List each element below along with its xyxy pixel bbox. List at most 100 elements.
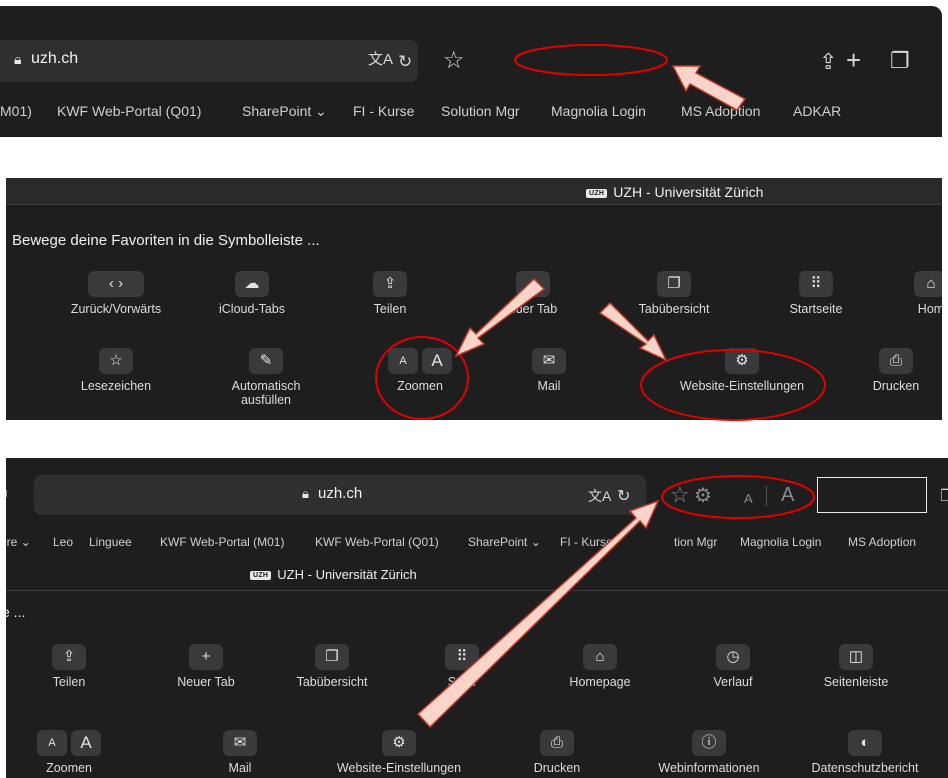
translate-icon[interactable]: 文A — [368, 49, 393, 71]
palette-item-zoom[interactable]: A A Zoomen — [6, 730, 139, 775]
palette-item-new-tab[interactable]: + Neuer Tab — [136, 644, 276, 689]
cloud-icon: ☁ — [235, 271, 269, 297]
gear-icon: ⚙ — [382, 730, 416, 756]
info-icon: ⓘ — [692, 730, 726, 756]
gear-icon: ⚙ — [725, 348, 759, 374]
customize-hint: e ... — [6, 604, 26, 620]
zoom-out-icon: A — [388, 348, 418, 374]
item-label: Webinformationen — [658, 761, 760, 775]
grid-icon: ⠿ — [445, 644, 479, 670]
palette-item-mail[interactable]: ✉ Mail — [170, 730, 310, 775]
zoom-out-icon[interactable]: A — [744, 488, 753, 510]
palette-item-tab-overview[interactable]: ❐ Tabübersicht — [604, 271, 744, 316]
new-tab-plus-icon[interactable]: + — [846, 47, 861, 73]
share-icon: ⇪ — [52, 644, 86, 670]
item-label: Verlauf — [713, 675, 753, 689]
bookmark-item[interactable]: Magnolia Login — [551, 103, 646, 119]
palette-item-history[interactable]: ◷ Verlauf — [663, 644, 803, 689]
grid-icon: ⠿ — [799, 271, 833, 297]
tab-overview-icon[interactable]: ❐ — [890, 50, 910, 72]
zoom-in-icon[interactable]: A — [781, 484, 794, 506]
bookmark-item[interactable]: KWF Web-Portal (M01) — [160, 535, 284, 549]
item-label: Teilen — [373, 302, 407, 316]
bookmark-item[interactable]: tion Mgr — [674, 535, 717, 549]
translate-icon[interactable]: 文A — [588, 485, 611, 507]
palette-item-new-tab[interactable]: + euer Tab — [463, 271, 603, 316]
item-label: Lesezeichen — [80, 379, 152, 393]
tab-overview-icon[interactable]: ❐ — [940, 486, 948, 506]
item-label: Tabübersicht — [638, 302, 710, 316]
palette-item-start-page[interactable]: ⠿ St ite — [392, 644, 532, 689]
share-icon[interactable]: ⇪ — [819, 51, 837, 73]
uzh-logo: UZH — [586, 188, 608, 198]
bookmark-item[interactable]: Solution Mgr — [441, 103, 520, 119]
tab-overview-icon: ❐ — [657, 271, 691, 297]
printer-icon: ⎙ — [879, 348, 913, 374]
palette-item-privacy-report[interactable]: ◐ Datenschutzbericht — [795, 730, 935, 775]
bookmark-item[interactable]: KWF Web-Portal (Q01) — [315, 535, 439, 549]
bookmark-item[interactable]: FI - Kurse — [560, 535, 613, 549]
shield-icon: ◐ — [848, 730, 882, 756]
bookmark-item[interactable]: KWF Web-Portal (Q01) — [57, 103, 201, 119]
palette-item-website-settings[interactable]: ⚙ Website-Einstellungen — [329, 730, 469, 775]
uzh-logo: UZH — [250, 571, 272, 581]
tab-title-text: UZH - Universität Zürich — [613, 184, 764, 200]
reload-icon[interactable]: ↻ — [398, 51, 412, 73]
palette-item-icloud-tabs[interactable]: ☁ iCloud-Tabs — [182, 271, 322, 316]
item-label: Automatisch ausfüllen — [231, 379, 301, 407]
bookmark-item[interactable]: ere ⌄ — [6, 535, 31, 549]
palette-item-mail[interactable]: ✉ Mail — [479, 348, 619, 393]
palette-item-print[interactable]: ⎙ Drucken — [826, 348, 942, 393]
palette-item-sidebar[interactable]: ◫ Seitenleiste — [786, 644, 926, 689]
share-icon: ⇪ — [373, 271, 407, 297]
tab-overview-icon: ❐ — [315, 644, 349, 670]
palette-item-home[interactable]: ⌂ Hom — [861, 271, 942, 316]
reload-icon[interactable]: ↻ — [617, 486, 630, 508]
zoom-in-icon: A — [71, 730, 101, 756]
home-icon: ⌂ — [914, 271, 942, 297]
palette-item-autofill[interactable]: ✎ Automatisch ausfüllen — [196, 348, 336, 407]
palette-item-bookmarks[interactable]: ☆ Lesezeichen — [46, 348, 186, 393]
tab-title[interactable]: UZH UZH - Universität Zürich — [250, 567, 417, 582]
bookmark-item[interactable]: SharePoint ⌄ — [242, 103, 327, 120]
bookmark-item[interactable]: FI - Kurse — [353, 103, 414, 119]
item-label: Mail — [228, 761, 252, 775]
star-icon[interactable]: ☆ — [670, 484, 690, 506]
tab-title[interactable]: UZH UZH - Universität Zürich — [586, 184, 763, 200]
palette-item-share[interactable]: ⇪ Teilen — [320, 271, 460, 316]
palette-item-web-info[interactable]: ⓘ Webinformationen — [639, 730, 779, 775]
item-label: Zurück/Vorwärts — [70, 302, 162, 316]
tab-separator — [6, 590, 948, 591]
star-icon[interactable]: ☆ — [443, 49, 465, 73]
gear-icon[interactable]: ⚙ — [694, 485, 712, 507]
bookmark-item[interactable]: SharePoint ⌄ — [468, 535, 541, 549]
item-label: euer Tab — [508, 302, 558, 316]
tab-bar — [6, 178, 942, 205]
bookmark-item[interactable]: ADKAR — [793, 103, 841, 119]
star-icon: ☆ — [99, 348, 133, 374]
url-text: uzh.ch — [318, 485, 363, 502]
palette-item-tab-overview[interactable]: ❐ Tabübersicht — [262, 644, 402, 689]
zoom-in-icon: A — [422, 348, 452, 374]
bookmark-item[interactable]: Magnolia Login — [740, 535, 821, 549]
item-label: Zoomen — [46, 761, 92, 775]
bookmark-item[interactable]: Linguee — [89, 535, 132, 549]
bookmark-item[interactable]: MS Adoption — [681, 103, 760, 119]
home-icon: ⌂ — [583, 644, 617, 670]
bookmark-item[interactable]: MS Adoption — [848, 535, 916, 549]
item-label: Neuer Tab — [177, 675, 235, 689]
palette-item-website-settings[interactable]: ⚙ Website-Einstellungen — [672, 348, 812, 393]
item-label: iCloud-Tabs — [218, 302, 285, 316]
palette-item-homepage[interactable]: ⌂ Homepage — [530, 644, 670, 689]
plus-icon: + — [189, 644, 223, 670]
palette-item-zoom[interactable]: A A Zoomen — [350, 348, 490, 393]
url-text: uzh.ch — [31, 50, 79, 67]
autofill-icon: ✎ — [249, 348, 283, 374]
lock-icon: 🔒︎ — [14, 51, 22, 67]
palette-item-print[interactable]: ⎙ Drucken — [487, 730, 627, 775]
bookmark-item[interactable]: M01) — [0, 103, 32, 119]
palette-item-share[interactable]: ⇪ Teilen — [6, 644, 139, 689]
sidebar-icon: ◫ — [839, 644, 873, 670]
palette-item-back-forward[interactable]: ‹ › Zurück/Vorwärts — [46, 271, 186, 316]
bookmark-item[interactable]: Leo — [53, 535, 73, 549]
